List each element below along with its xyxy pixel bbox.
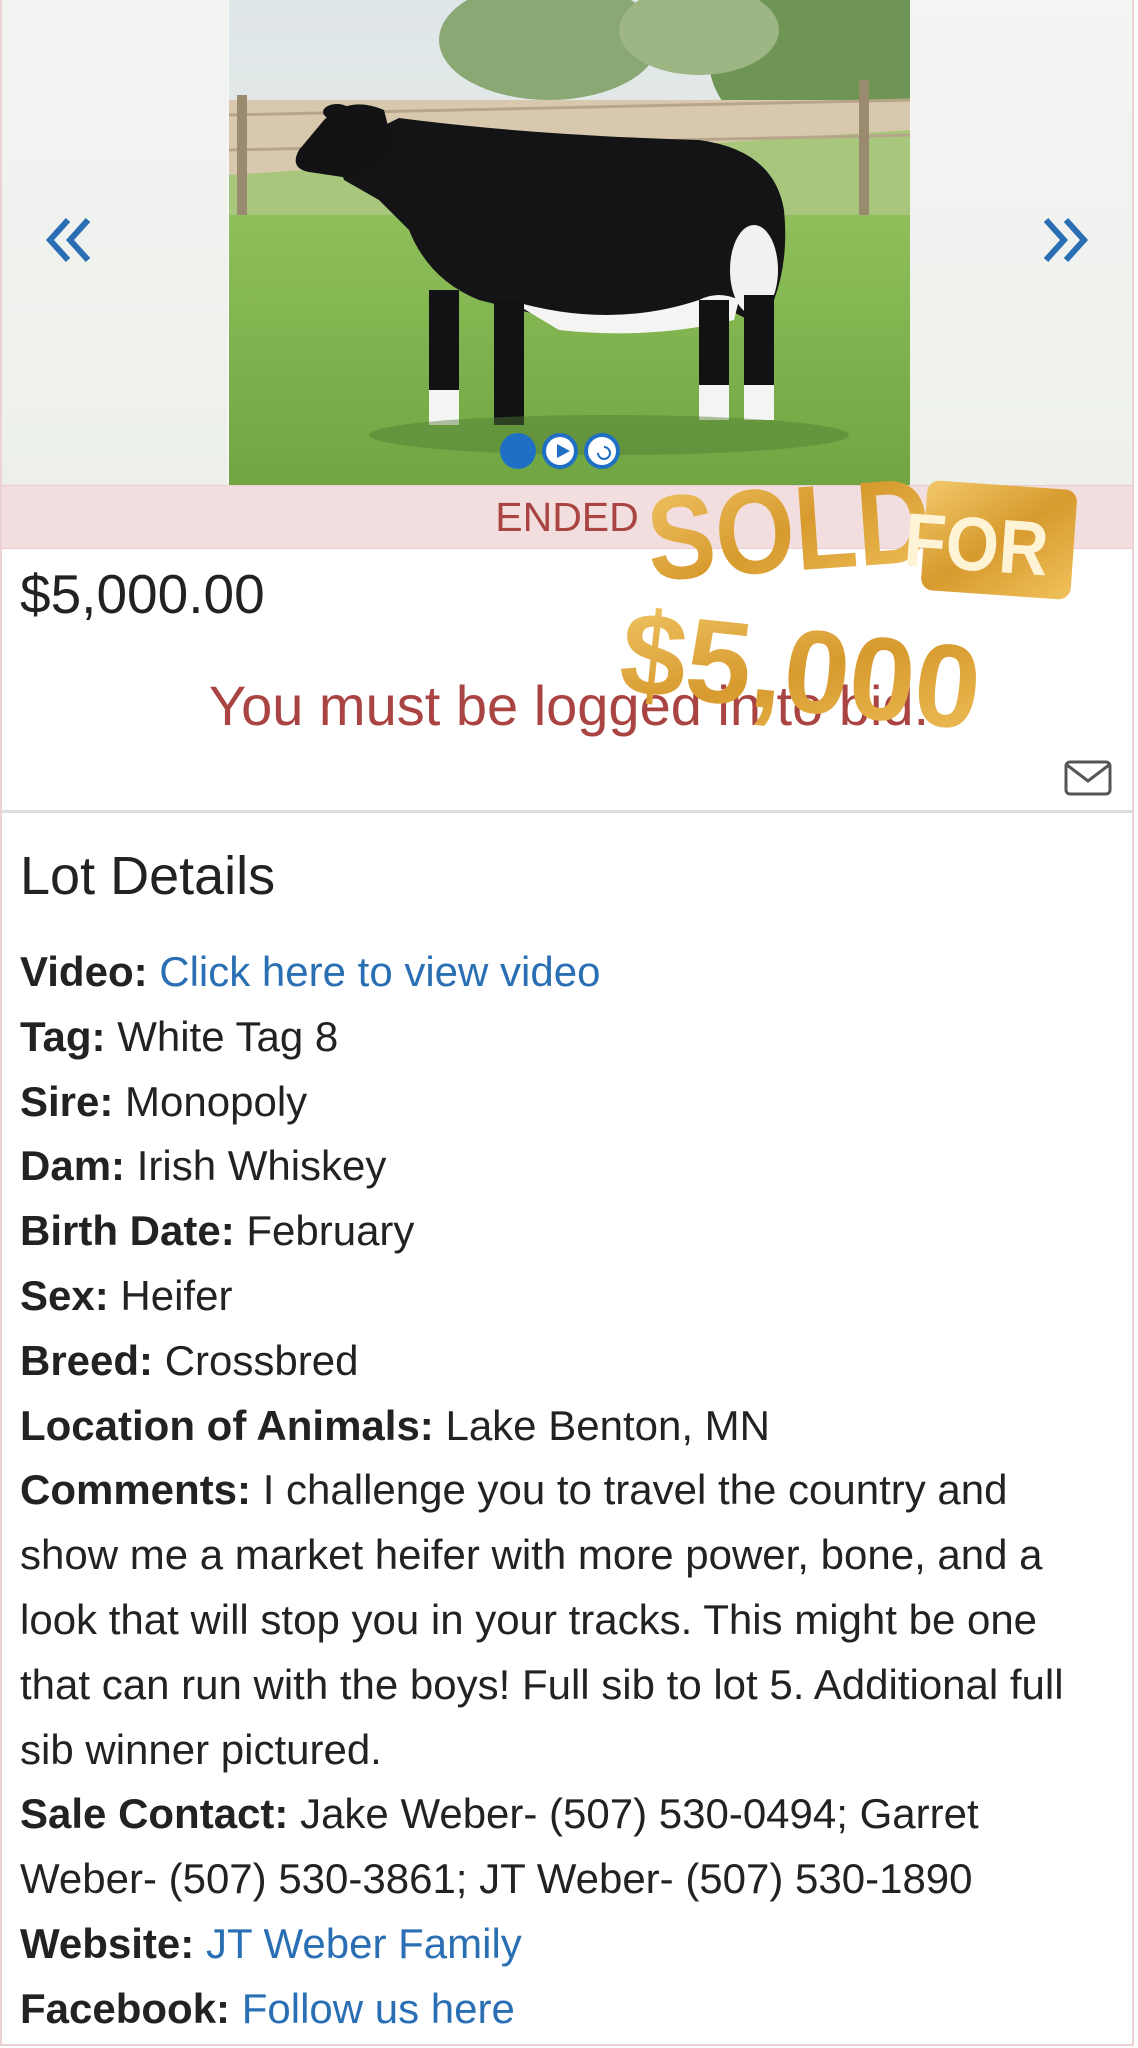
login-required-message: You must be logged in to bid.	[208, 674, 930, 737]
auction-status-banner: ENDED	[2, 485, 1132, 549]
breed-label: Breed:	[20, 1336, 154, 1384]
birth-date-label: Birth Date:	[20, 1207, 235, 1255]
breed-value: Crossbred	[164, 1336, 359, 1384]
lot-photo[interactable]	[229, 0, 910, 485]
carousel-indicators	[500, 433, 620, 469]
dam-value: Irish Whiskey	[136, 1142, 387, 1190]
envelope-icon	[1064, 760, 1112, 796]
detail-facebook: Facebook: Follow us here	[20, 1977, 1110, 2042]
status-label: ENDED	[495, 494, 639, 540]
heifer-photo	[229, 0, 910, 485]
indicator-video-play-icon[interactable]	[542, 433, 578, 469]
lot-page: ENDED $5,000.00 You must be logged in to…	[0, 0, 1134, 2046]
detail-website: Website: JT Weber Family	[20, 1912, 1110, 1977]
website-link[interactable]: JT Weber Family	[206, 1920, 522, 1967]
detail-sire: Sire: Monopoly	[20, 1070, 1110, 1135]
birth-date-value: February	[246, 1207, 415, 1255]
detail-comments: Comments: I challenge you to travel the …	[20, 1458, 1110, 1782]
detail-location: Location of Animals: Lake Benton, MN	[20, 1394, 1110, 1459]
indicator-image-3[interactable]	[584, 433, 620, 469]
lot-details-section: Lot Details Video: Click here to view vi…	[20, 840, 1110, 2042]
previous-image-preview	[2, 0, 227, 485]
facebook-label: Facebook:	[20, 1984, 231, 2032]
next-image-preview	[907, 0, 1132, 485]
sire-label: Sire:	[20, 1077, 114, 1125]
sex-label: Sex:	[20, 1271, 109, 1319]
detail-breed: Breed: Crossbred	[20, 1329, 1110, 1394]
image-carousel[interactable]	[2, 0, 1132, 485]
location-value: Lake Benton, MN	[445, 1401, 770, 1449]
detail-sale-contact: Sale Contact: Jake Weber- (507) 530-0494…	[20, 1782, 1110, 1912]
lot-details-title: Lot Details	[20, 846, 276, 906]
sex-value: Heifer	[120, 1271, 233, 1319]
detail-tag: Tag: White Tag 8	[20, 1005, 1110, 1070]
detail-birth-date: Birth Date: February	[20, 1199, 1110, 1264]
sale-contact-label: Sale Contact:	[20, 1790, 289, 1838]
next-image-button[interactable]	[1034, 210, 1094, 270]
email-button[interactable]	[1064, 760, 1112, 796]
location-label: Location of Animals:	[20, 1401, 434, 1449]
previous-image-button[interactable]	[40, 210, 100, 270]
view-video-link[interactable]: Click here to view video	[159, 948, 600, 995]
section-divider	[2, 810, 1132, 813]
double-chevron-left-icon	[45, 217, 91, 263]
dam-label: Dam:	[20, 1142, 126, 1190]
detail-dam: Dam: Irish Whiskey	[20, 1134, 1110, 1199]
tag-label: Tag:	[20, 1012, 106, 1060]
tag-value: White Tag 8	[117, 1012, 339, 1060]
detail-video: Video: Click here to view video	[20, 940, 1110, 1005]
comments-label: Comments:	[20, 1466, 252, 1514]
detail-sex: Sex: Heifer	[20, 1264, 1110, 1329]
facebook-link[interactable]: Follow us here	[242, 1985, 515, 2032]
website-label: Website:	[20, 1919, 195, 1967]
double-chevron-right-icon	[1043, 217, 1089, 263]
indicator-image-1[interactable]	[500, 433, 536, 469]
sire-value: Monopoly	[125, 1077, 308, 1125]
current-price: $5,000.00	[20, 563, 265, 625]
video-label: Video:	[20, 948, 148, 995]
